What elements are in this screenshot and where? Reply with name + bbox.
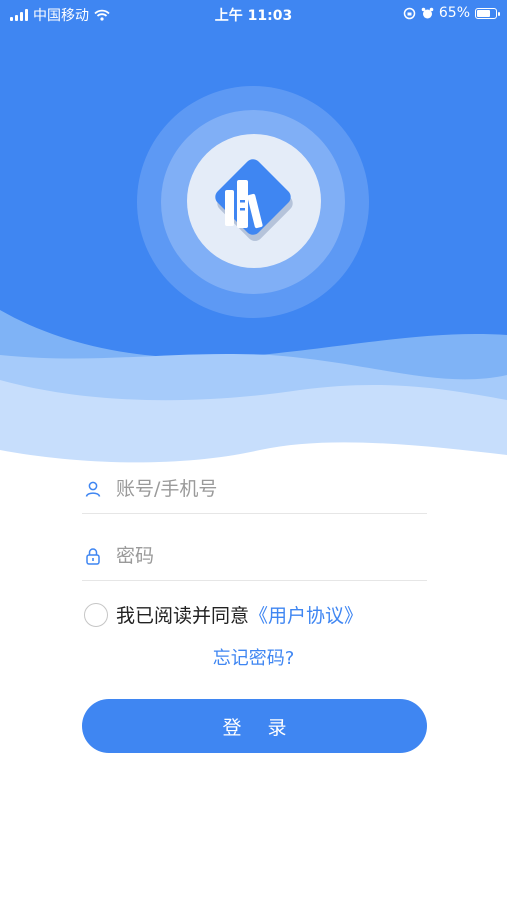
wave-decoration — [0, 310, 507, 470]
user-icon — [85, 481, 101, 497]
agreement-text: 我已阅读并同意 — [116, 605, 250, 627]
status-bar: 中国移动 上午 11:03 65% — [0, 0, 507, 28]
orientation-lock-icon — [403, 7, 416, 19]
agreement-checkbox[interactable] — [84, 602, 108, 627]
battery-percent: 65% — [438, 5, 470, 21]
user-agreement-link[interactable]: 《用户协议》 — [249, 601, 363, 628]
books-icon — [215, 159, 293, 241]
password-field — [82, 532, 427, 581]
agreement-row: 我已阅读并同意 《用户协议》 — [84, 601, 363, 628]
status-right: 65% — [403, 5, 500, 21]
alarm-icon — [421, 7, 434, 18]
forgot-password-link[interactable]: 忘记密码? — [0, 644, 507, 670]
header-banner: 中国移动 上午 11:03 65% — [0, 0, 507, 470]
lock-icon — [86, 548, 100, 565]
password-input[interactable] — [116, 545, 396, 567]
account-input[interactable] — [116, 478, 396, 500]
login-button[interactable]: 登 录 — [82, 699, 427, 753]
login-form — [82, 465, 427, 581]
battery-icon — [475, 7, 500, 19]
account-field — [82, 465, 427, 514]
